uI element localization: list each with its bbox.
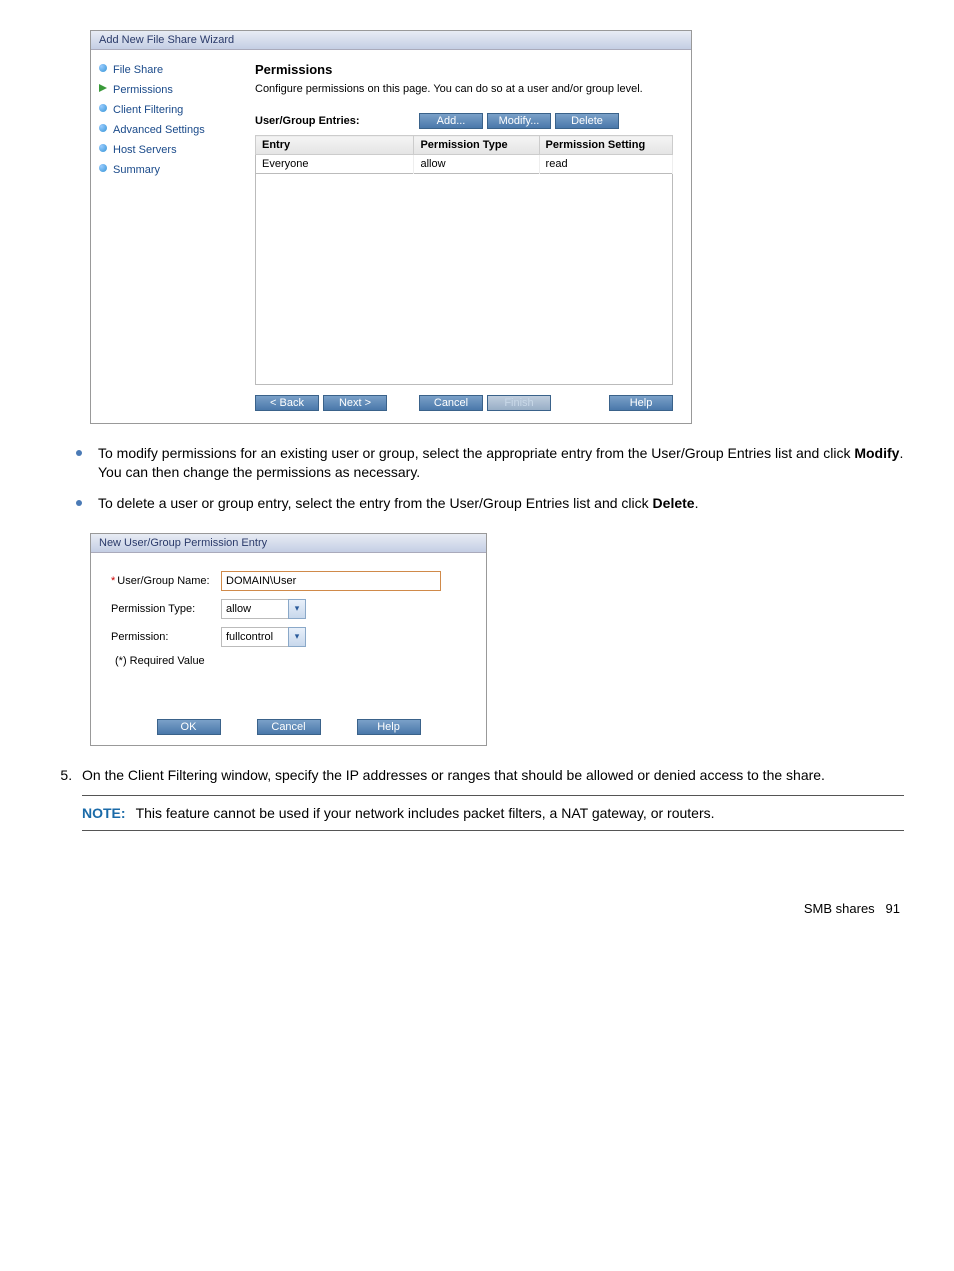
- permissions-description: Configure permissions on this page. You …: [255, 83, 673, 95]
- permtype-label: Permission Type:: [105, 603, 221, 615]
- next-button[interactable]: Next >: [323, 395, 387, 411]
- sidebar-item-client-filtering[interactable]: Client Filtering: [99, 100, 239, 120]
- finish-button: Finish: [487, 395, 551, 411]
- sidebar-item-permissions[interactable]: Permissions: [99, 80, 239, 100]
- page-footer: SMB shares 91: [50, 901, 904, 916]
- note-label: NOTE:: [82, 805, 126, 821]
- sidebar-item-advanced-settings[interactable]: Advanced Settings: [99, 120, 239, 140]
- back-button[interactable]: < Back: [255, 395, 319, 411]
- note-block: NOTE: This feature cannot be used if your…: [82, 795, 904, 832]
- cancel-button[interactable]: Cancel: [419, 395, 483, 411]
- dialog2-title: New User/Group Permission Entry: [91, 534, 486, 553]
- perm-label: Permission:: [105, 631, 221, 643]
- add-file-share-wizard-dialog: Add New File Share Wizard File Share Per…: [90, 30, 692, 424]
- ok-button[interactable]: OK: [157, 719, 221, 735]
- sidebar-item-summary[interactable]: Summary: [99, 160, 239, 180]
- cell-entry: Everyone: [256, 155, 414, 174]
- bullet-modify: To modify permissions for an existing us…: [70, 444, 904, 482]
- modify-button[interactable]: Modify...: [487, 113, 551, 129]
- footer-section: SMB shares: [804, 901, 875, 916]
- chevron-down-icon[interactable]: ▾: [288, 599, 306, 619]
- step-5: On the Client Filtering window, specify …: [76, 766, 904, 785]
- doc-bullets: To modify permissions for an existing us…: [70, 444, 904, 513]
- table-empty-area: [255, 174, 673, 385]
- help-button[interactable]: Help: [609, 395, 673, 411]
- perm-select[interactable]: fullcontrol: [221, 627, 289, 647]
- new-user-group-permission-dialog: New User/Group Permission Entry *User/Gr…: [90, 533, 487, 746]
- help-button-2[interactable]: Help: [357, 719, 421, 735]
- col-entry: Entry: [256, 136, 414, 155]
- table-row[interactable]: Everyone allow read: [256, 155, 673, 174]
- add-button[interactable]: Add...: [419, 113, 483, 129]
- wizard-title: Add New File Share Wizard: [91, 31, 691, 50]
- doc-ordered-list: On the Client Filtering window, specify …: [50, 766, 904, 785]
- bullet-delete: To delete a user or group entry, select …: [70, 494, 904, 513]
- cell-type: allow: [414, 155, 539, 174]
- col-permission-setting: Permission Setting: [539, 136, 672, 155]
- sidebar-item-file-share[interactable]: File Share: [99, 60, 239, 80]
- cancel-button-2[interactable]: Cancel: [257, 719, 321, 735]
- permissions-heading: Permissions: [255, 62, 673, 77]
- usergroup-label: *User/Group Name:: [105, 575, 221, 587]
- required-note: (*) Required Value: [115, 655, 472, 667]
- entries-table: Entry Permission Type Permission Setting…: [255, 135, 673, 174]
- usergroup-input[interactable]: [221, 571, 441, 591]
- sidebar-item-host-servers[interactable]: Host Servers: [99, 140, 239, 160]
- footer-page: 91: [886, 901, 900, 916]
- note-text: This feature cannot be used if your netw…: [136, 805, 715, 821]
- delete-button[interactable]: Delete: [555, 113, 619, 129]
- cell-setting: read: [539, 155, 672, 174]
- chevron-down-icon[interactable]: ▾: [288, 627, 306, 647]
- permtype-select[interactable]: allow: [221, 599, 289, 619]
- entries-label: User/Group Entries:: [255, 115, 415, 127]
- col-permission-type: Permission Type: [414, 136, 539, 155]
- wizard-sidebar: File Share Permissions Client Filtering …: [91, 50, 247, 423]
